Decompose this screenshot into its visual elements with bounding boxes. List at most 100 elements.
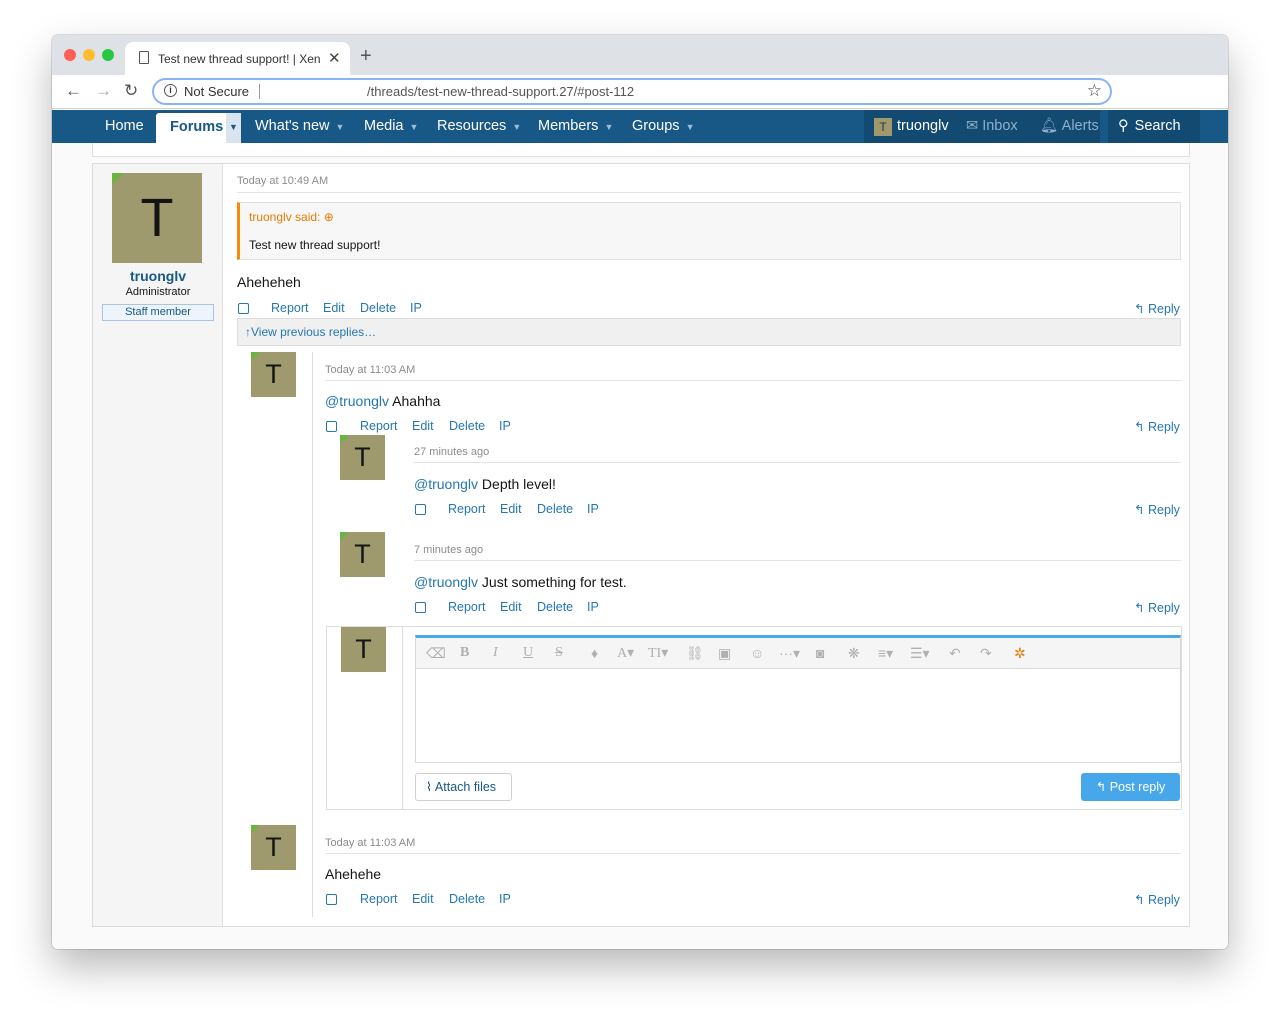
avatar[interactable]: T [251,352,296,397]
close-window-button[interactable] [64,49,76,61]
strikethrough-icon[interactable]: S [555,645,563,661]
site-navigation: Home Forums ▼ What's new ▼ Media ▼ Resourc… [52,110,1228,143]
reply-link[interactable]: ↰ Reply [1134,301,1180,316]
more-options-icon[interactable]: ···▾ [779,645,800,662]
reload-icon[interactable]: ↻ [124,81,138,101]
forward-icon[interactable]: → [95,81,112,101]
nav-search[interactable]: ⚲ Search [1108,110,1200,143]
delete-link[interactable]: Delete [449,892,485,906]
smilie-icon[interactable]: ☺ [750,645,764,661]
reply-link[interactable]: ↰ Reply [1134,600,1180,615]
italic-icon[interactable]: I [493,645,498,661]
bookmark-star-icon[interactable]: ☆ [1087,81,1102,101]
info-icon[interactable]: i [164,84,177,97]
text-color-icon[interactable]: ♦ [591,645,598,661]
font-family-icon[interactable]: A▾ [617,645,634,662]
delete-link[interactable]: Delete [449,419,485,433]
account-avatar[interactable]: T [874,118,892,136]
avatar[interactable]: T [340,435,385,480]
post-112: T truonglv Administrator Staff member To… [92,163,1190,927]
reply-link[interactable]: ↰ Reply [1134,419,1180,434]
post-username[interactable]: truonglv [93,268,223,284]
rich-text-editor[interactable]: ⌫ B I U S ♦ A▾ TI▾ ⛓ ▣ ☺ ···▾ ◙ ❋ ≡▾ ☰▾ … [415,635,1181,763]
account-name[interactable]: truonglv [897,110,949,143]
ip-link[interactable]: IP [499,419,511,433]
media-gallery-icon[interactable]: ❋ [848,645,860,662]
report-link[interactable]: Report [360,419,398,433]
reply-time[interactable]: Today at 11:03 AM [325,837,415,849]
ip-link[interactable]: IP [410,301,422,315]
new-tab-button[interactable]: + [360,45,372,68]
nav-home[interactable]: Home [105,110,144,143]
report-link[interactable]: Report [271,301,309,315]
bold-icon[interactable]: B [460,645,469,661]
editor-divider [402,627,403,809]
reply-time[interactable]: Today at 11:03 AM [325,364,415,376]
edit-link[interactable]: Edit [500,502,522,516]
select-checkbox[interactable] [326,894,337,905]
url-text[interactable]: /threads/test-new-thread-support.27/#pos… [367,84,634,99]
minimize-window-button[interactable] [83,49,95,61]
browser-window: Test new thread support! | XenForo ✕ + ←… [52,35,1228,949]
image-icon[interactable]: ▣ [718,645,731,662]
link-icon[interactable]: ⛓ [686,645,704,662]
align-icon[interactable]: ≡▾ [878,645,893,662]
avatar[interactable]: T [340,532,385,577]
nav-whats-new[interactable]: What's new ▼ [255,110,344,143]
zoom-window-button[interactable] [102,49,114,61]
edit-link[interactable]: Edit [412,892,434,906]
quote-author[interactable]: truonglv said: ⊕ [249,210,334,224]
user-mention[interactable]: @truonglv [325,393,389,409]
avatar[interactable]: T [251,825,296,870]
nav-groups[interactable]: Groups ▼ [632,110,694,143]
avatar[interactable]: T [112,173,202,263]
select-checkbox[interactable] [415,602,426,613]
nav-inbox[interactable]: ✉ Inbox [966,110,1018,143]
report-link[interactable]: Report [448,502,486,516]
post-time[interactable]: Today at 10:49 AM [237,175,328,187]
close-tab-icon[interactable]: ✕ [328,49,341,67]
edit-link[interactable]: Edit [412,419,434,433]
user-mention[interactable]: @truonglv [414,476,478,492]
report-link[interactable]: Report [448,600,486,614]
attach-files-button[interactable]: ⌇ Attach files [415,773,512,801]
list-icon[interactable]: ☰▾ [910,645,930,662]
settings-gear-icon[interactable]: ✲ [1014,645,1026,662]
font-size-icon[interactable]: TI▾ [648,645,668,662]
select-checkbox[interactable] [415,504,426,515]
nav-forums[interactable]: Forums ▼ [156,113,241,143]
select-checkbox[interactable] [326,421,337,432]
browser-tab[interactable]: Test new thread support! | XenForo ✕ [125,42,350,75]
nav-members[interactable]: Members ▼ [538,110,613,143]
nav-media[interactable]: Media ▼ [364,110,418,143]
ip-link[interactable]: IP [587,502,599,516]
camera-icon[interactable]: ◙ [816,645,824,661]
delete-link[interactable]: Delete [537,600,573,614]
edit-link[interactable]: Edit [323,301,345,315]
nav-alerts[interactable]: 🔔︎ Alerts [1040,110,1099,143]
report-link[interactable]: Report [360,892,398,906]
delete-link[interactable]: Delete [360,301,396,315]
redo-icon[interactable]: ↷ [980,645,992,662]
avatar[interactable]: T [341,627,386,672]
eraser-icon[interactable]: ⌫ [426,645,446,662]
reply-link[interactable]: ↰ Reply [1134,502,1180,517]
reply-time[interactable]: 7 minutes ago [414,544,483,556]
undo-icon[interactable]: ↶ [949,645,961,662]
chevron-down-icon[interactable]: ▼ [226,113,241,143]
address-bar[interactable]: i Not Secure /threads/test-new-thread-su… [152,78,1112,105]
reply-message: Ahehehe [325,866,382,882]
ip-link[interactable]: IP [587,600,599,614]
back-icon[interactable]: ← [65,81,82,101]
underline-icon[interactable]: U [523,645,533,661]
post-reply-button[interactable]: ↰ Post reply [1081,773,1180,801]
delete-link[interactable]: Delete [537,502,573,516]
select-checkbox[interactable] [238,303,249,314]
view-previous-replies[interactable]: ↑View previous replies… [237,318,1181,346]
ip-link[interactable]: IP [499,892,511,906]
edit-link[interactable]: Edit [500,600,522,614]
reply-time[interactable]: 27 minutes ago [414,446,489,458]
nav-resources[interactable]: Resources ▼ [437,110,521,143]
reply-link[interactable]: ↰ Reply [1134,892,1180,907]
user-mention[interactable]: @truonglv [414,574,478,590]
